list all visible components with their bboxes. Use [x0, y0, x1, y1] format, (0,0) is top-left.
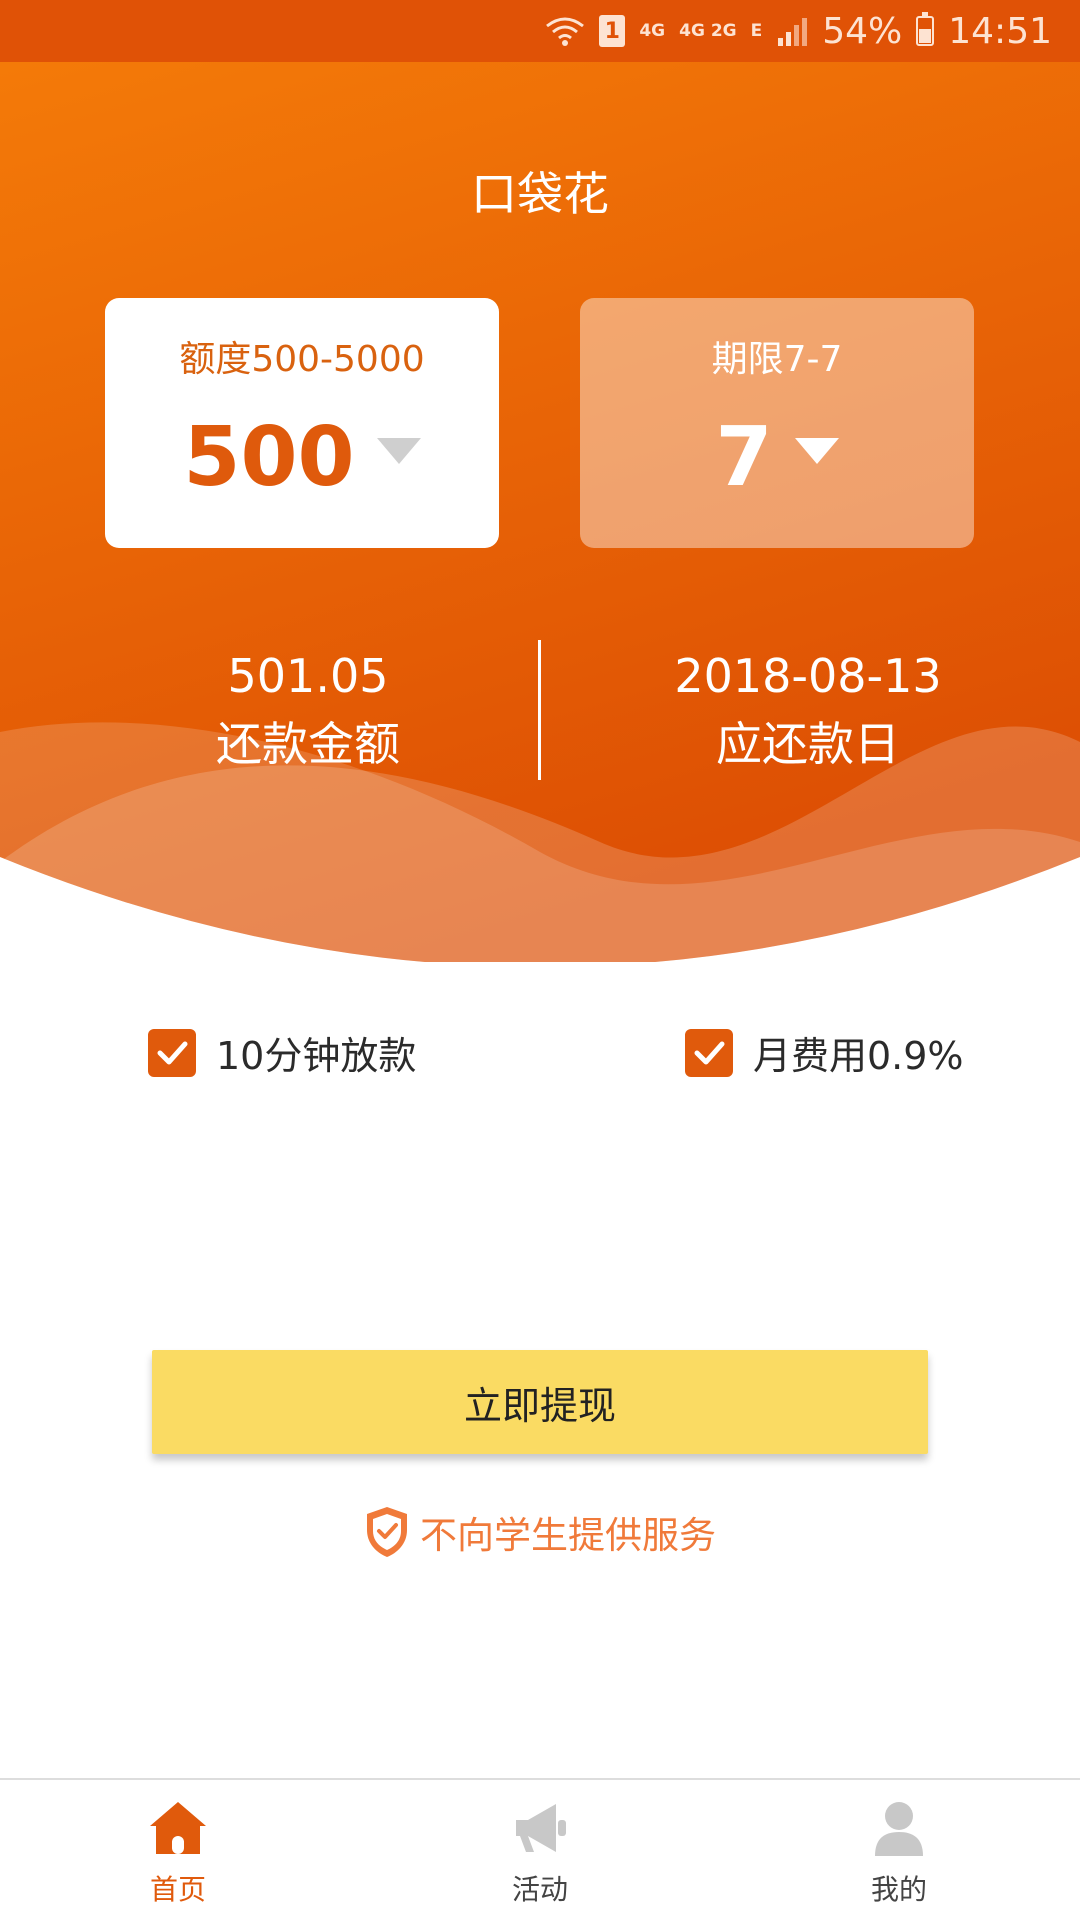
home-icon: [150, 1802, 206, 1854]
network-type-1: 4G: [639, 21, 666, 41]
student-notice: 不向学生提供服务: [0, 1505, 1080, 1559]
feature-fast-disbursement: 10分钟放款: [148, 1025, 416, 1080]
bottom-nav: 首页 活动 我的: [0, 1778, 1080, 1920]
network-type-3: E: [750, 21, 763, 41]
signal-icon: [776, 16, 808, 46]
feature-label: 10分钟放款: [216, 1034, 417, 1078]
status-bar: 1 4G 4G 2G E 54% 14:51: [0, 0, 1080, 62]
withdraw-button[interactable]: 立即提现: [152, 1350, 928, 1454]
repayment-amount-value: 501.05: [227, 649, 389, 703]
app-title: 口袋花: [471, 167, 609, 221]
nav-item-activity[interactable]: 活动: [440, 1780, 640, 1920]
term-selector[interactable]: 期限7-7 7: [580, 298, 974, 548]
amount-range-label: 额度500-5000: [179, 339, 425, 380]
nav-label: 首页: [149, 1873, 206, 1906]
sim-slot-icon: 1: [599, 15, 626, 47]
due-date-block: 2018-08-13 应还款日: [578, 642, 1038, 778]
clock: 14:51: [948, 10, 1052, 52]
wifi-icon: [545, 16, 585, 46]
network-type-2: 4G 2G: [679, 21, 737, 41]
user-icon: [875, 1802, 923, 1856]
feature-monthly-fee: 月费用0.9%: [685, 1025, 964, 1080]
megaphone-icon: [516, 1804, 566, 1852]
chevron-down-icon: [794, 437, 839, 464]
chevron-down-icon: [376, 437, 421, 464]
notice-text: 不向学生提供服务: [420, 1514, 716, 1557]
due-date-label: 应还款日: [716, 717, 900, 771]
term-range-label: 期限7-7: [711, 339, 843, 380]
battery-icon: [916, 12, 935, 46]
feature-label: 月费用0.9%: [753, 1034, 964, 1078]
nav-item-mine[interactable]: 我的: [799, 1780, 999, 1920]
amount-selector[interactable]: 额度500-5000 500: [105, 298, 499, 548]
checkbox-checked-icon: [148, 1028, 196, 1077]
nav-item-home[interactable]: 首页: [78, 1780, 278, 1920]
repayment-amount-block: 501.05 还款金额: [78, 642, 538, 778]
amount-value: 500: [183, 410, 355, 505]
repayment-amount-label: 还款金额: [216, 717, 400, 771]
checkbox-checked-icon: [685, 1028, 733, 1077]
term-value: 7: [715, 410, 773, 505]
battery-percent: 54%: [822, 10, 903, 52]
summary-divider: [538, 640, 541, 780]
nav-label: 活动: [511, 1873, 568, 1906]
due-date-value: 2018-08-13: [674, 649, 942, 703]
shield-check-icon: [364, 1505, 410, 1559]
nav-label: 我的: [870, 1873, 927, 1906]
